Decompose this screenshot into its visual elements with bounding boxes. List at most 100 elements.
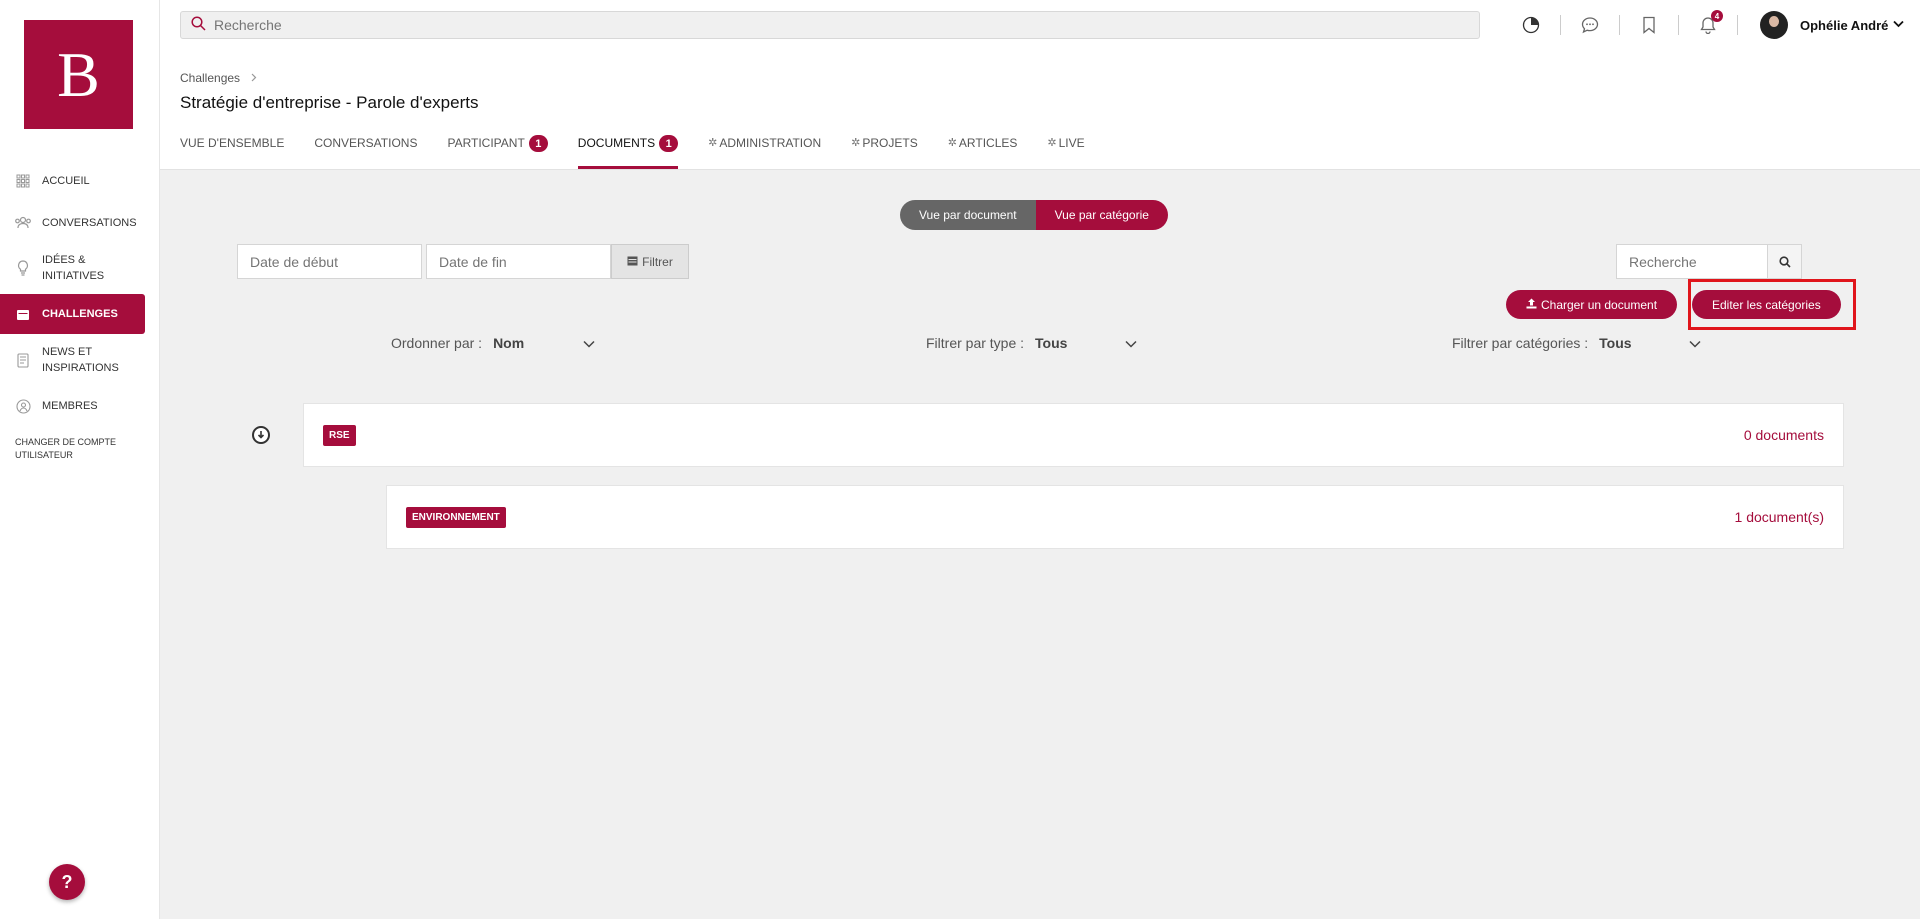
sidebar-item-label: CHALLENGES xyxy=(42,308,118,320)
category-card[interactable]: RSE 0 documents xyxy=(303,403,1844,467)
upload-label: Charger un document xyxy=(1541,297,1658,312)
bell-icon[interactable]: 4 xyxy=(1697,10,1723,36)
sidebar-item-news[interactable]: NEWS ET INSPIRATIONS xyxy=(0,342,145,378)
end-date-field[interactable] xyxy=(426,244,611,279)
gear-icon: ✲ xyxy=(1047,137,1057,149)
tab-label: PARTICIPANT xyxy=(447,136,525,150)
gear-icon: ✲ xyxy=(851,137,861,149)
tab-label: LIVE xyxy=(1058,136,1085,150)
sidebar-item-label: IDÉES & INITIATIVES xyxy=(42,254,105,282)
global-search[interactable] xyxy=(180,11,1480,39)
gear-icon: ✲ xyxy=(947,137,957,149)
tab-label: ADMINISTRATION xyxy=(719,136,822,150)
filter-type-select[interactable]: Filtrer par type : Tous xyxy=(926,335,1137,351)
switch-account-link[interactable]: CHANGER DE COMPTE UTILISATEUR xyxy=(15,436,125,462)
start-date-input[interactable] xyxy=(250,253,410,270)
sidebar-item-idees[interactable]: IDÉES & INITIATIVES xyxy=(0,250,145,286)
filter-type-value: Tous xyxy=(1035,335,1068,351)
collapse-toggle-icon[interactable] xyxy=(252,426,270,444)
tab-conversations[interactable]: CONVERSATIONS xyxy=(314,134,417,169)
tab-label: CONVERSATIONS xyxy=(314,136,418,150)
people-icon xyxy=(14,214,32,232)
documents-panel: Vue par document Vue par catégorie Filtr… xyxy=(160,169,1920,919)
pie-chart-icon[interactable] xyxy=(1520,14,1542,36)
avatar xyxy=(1760,11,1788,39)
filter-button[interactable]: Filtrer xyxy=(611,244,689,279)
order-by-label: Ordonner par : xyxy=(391,335,483,351)
notification-count: 4 xyxy=(1711,10,1723,22)
logo[interactable]: B xyxy=(24,20,133,129)
tab-articles[interactable]: ✲ ARTICLES xyxy=(948,134,1018,169)
view-toggle: Vue par document Vue par catégorie xyxy=(900,200,1168,230)
view-by-document-button[interactable]: Vue par document xyxy=(900,200,1036,230)
tab-overview[interactable]: VUE D'ENSEMBLE xyxy=(180,134,284,169)
sidebar-item-label: NEWS ET INSPIRATIONS xyxy=(42,346,119,374)
edit-categories-button[interactable]: Editer les catégories xyxy=(1692,290,1841,319)
search-icon[interactable] xyxy=(1767,245,1801,278)
sidebar-item-membres[interactable]: MEMBRES xyxy=(0,395,145,417)
calendar-icon xyxy=(14,305,32,323)
document-search[interactable] xyxy=(1616,244,1802,279)
help-button[interactable]: ? xyxy=(49,864,85,900)
end-date-input[interactable] xyxy=(439,253,599,270)
count-badge: 1 xyxy=(528,135,548,152)
subcategory-card[interactable]: ENVIRONNEMENT 1 document(s) xyxy=(386,485,1844,549)
tabs: VUE D'ENSEMBLE CONVERSATIONS PARTICIPANT… xyxy=(180,134,1115,169)
tab-administration[interactable]: ✲ ADMINISTRATION xyxy=(708,134,821,169)
count-badge: 1 xyxy=(659,135,679,152)
start-date-field[interactable] xyxy=(237,244,422,279)
breadcrumb: Challenges xyxy=(180,71,257,85)
category-tag: ENVIRONNEMENT xyxy=(406,506,506,528)
sidebar-item-accueil[interactable]: ACCUEIL xyxy=(0,170,145,192)
tab-participant[interactable]: PARTICIPANT 1 xyxy=(447,134,548,169)
chevron-down-icon xyxy=(1689,336,1701,351)
sidebar-item-label: MEMBRES xyxy=(42,400,98,412)
sidebar-item-conversations[interactable]: CONVERSATIONS xyxy=(0,212,145,234)
calendar-icon xyxy=(627,255,638,269)
divider xyxy=(1560,15,1561,35)
tab-label: VUE D'ENSEMBLE xyxy=(180,136,285,150)
breadcrumb-link[interactable]: Challenges xyxy=(180,71,240,85)
filter-category-select[interactable]: Filtrer par catégories : Tous xyxy=(1452,335,1701,351)
logo-letter: B xyxy=(57,38,100,110)
top-icons: 4 xyxy=(1520,10,1756,38)
sidebar-item-label: CONVERSATIONS xyxy=(42,217,137,229)
user-name: Ophélie André xyxy=(1800,17,1889,33)
filter-category-value: Tous xyxy=(1599,335,1632,351)
global-search-input[interactable] xyxy=(214,17,1414,33)
divider xyxy=(1737,15,1738,35)
sidebar-item-challenges[interactable]: CHALLENGES xyxy=(0,294,145,334)
order-by-select[interactable]: Ordonner par : Nom xyxy=(391,335,595,351)
sidebar-item-label: ACCUEIL xyxy=(42,175,90,187)
lightbulb-icon xyxy=(14,259,32,277)
bookmark-icon[interactable] xyxy=(1638,14,1660,36)
gear-icon: ✲ xyxy=(708,137,718,149)
chat-icon[interactable] xyxy=(1579,14,1601,36)
filter-category-label: Filtrer par catégories : xyxy=(1452,335,1589,351)
chevron-down-icon xyxy=(1125,336,1137,351)
document-search-input[interactable] xyxy=(1617,245,1767,278)
category-tag: RSE xyxy=(323,424,356,446)
category-count: 0 documents xyxy=(1743,427,1824,443)
chevron-right-icon xyxy=(251,71,257,85)
tab-label: ARTICLES xyxy=(958,136,1018,150)
view-by-category-button[interactable]: Vue par catégorie xyxy=(1035,200,1168,230)
tab-label: PROJETS xyxy=(862,136,918,150)
divider xyxy=(1619,15,1620,35)
filter-type-label: Filtrer par type : xyxy=(926,335,1025,351)
chevron-down-icon xyxy=(583,336,595,351)
upload-document-button[interactable]: Charger un document xyxy=(1506,290,1678,319)
tab-live[interactable]: ✲ LIVE xyxy=(1047,134,1084,169)
order-by-value: Nom xyxy=(493,335,525,351)
tab-label: DOCUMENTS xyxy=(577,136,656,150)
upload-icon xyxy=(1526,298,1537,312)
filter-label: Filtrer xyxy=(642,254,673,269)
grid-icon xyxy=(14,172,32,190)
tab-projets[interactable]: ✲ PROJETS xyxy=(851,134,918,169)
category-count: 1 document(s) xyxy=(1734,509,1824,525)
user-menu[interactable]: Ophélie André xyxy=(1760,11,1905,39)
divider xyxy=(1678,15,1679,35)
page-title: Stratégie d'entreprise - Parole d'expert… xyxy=(180,93,479,112)
sidebar: B ACCUEIL CONVERSATIONS IDÉES & INITIATI… xyxy=(0,0,160,919)
tab-documents[interactable]: DOCUMENTS 1 xyxy=(577,134,679,169)
